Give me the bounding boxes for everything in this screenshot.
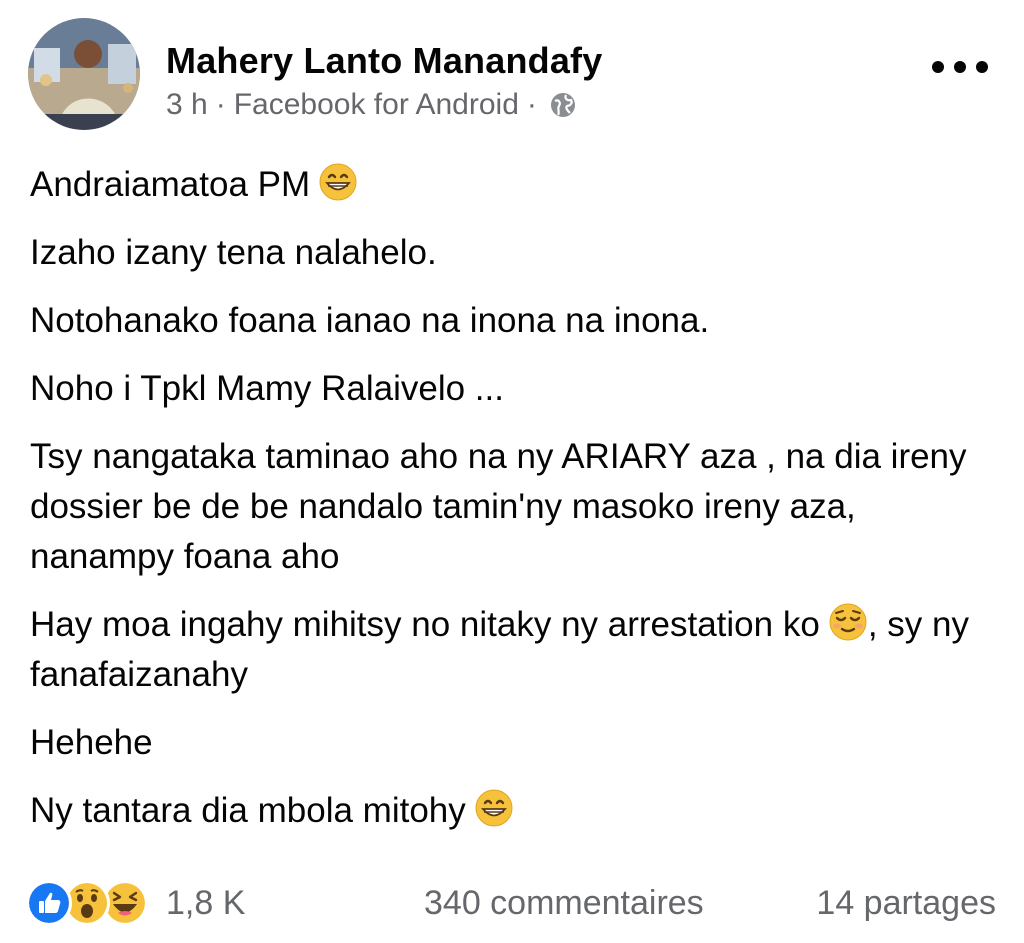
post-paragraph: Ny tantara dia mbola mitohy — [30, 786, 1000, 836]
post-paragraph: Andraiamatoa PM — [30, 160, 1000, 210]
post-text: Andraiamatoa PM Izaho izany tena nalahel… — [30, 160, 1000, 854]
post-footer: 1,8 K 340 commentaires 14 partages — [26, 872, 998, 932]
post-header: Mahery Lanto Manandafy 3 h · Facebook fo… — [28, 18, 996, 138]
author-name[interactable]: Mahery Lanto Manandafy — [166, 40, 602, 82]
comments-count-link[interactable]: 340 commentaires — [424, 878, 704, 928]
post-paragraph: Izaho izany tena nalahelo. — [30, 233, 437, 272]
like-reaction-icon — [26, 880, 72, 926]
relieved-face-emoji — [828, 602, 868, 642]
grinning-face-emoji — [474, 788, 514, 828]
reaction-count[interactable]: 1,8 K — [166, 878, 245, 928]
post-source: Facebook for Android — [233, 88, 519, 121]
meta-separator: · — [215, 88, 226, 121]
more-options-icon — [954, 61, 966, 73]
post-paragraph: Tsy nangataka taminao aho na ny ARIARY a… — [30, 437, 967, 576]
post-paragraph: Hay moa ingahy mihitsy no nitaky ny arre… — [30, 600, 1000, 700]
reactions-summary[interactable]: 1,8 K — [26, 878, 245, 928]
author-avatar[interactable] — [28, 18, 140, 130]
meta-separator: · — [526, 88, 537, 121]
avatar-photo — [28, 18, 140, 130]
post-paragraph: Notohanako foana ianao na inona na inona… — [30, 301, 710, 340]
globe-icon[interactable] — [549, 91, 577, 119]
post-meta: 3 h · Facebook for Android · — [166, 88, 577, 122]
post-time[interactable]: 3 h — [166, 88, 208, 122]
more-options-button[interactable] — [932, 54, 988, 80]
more-options-icon — [976, 61, 988, 73]
paragraph-text: Hay moa ingahy mihitsy no nitaky ny arre… — [30, 605, 820, 644]
more-options-icon — [932, 61, 944, 73]
grinning-face-emoji — [318, 162, 358, 202]
paragraph-text: Ny tantara dia mbola mitohy — [30, 791, 466, 830]
post-paragraph: Noho i Tpkl Mamy Ralaivelo ... — [30, 369, 504, 408]
shares-count-link[interactable]: 14 partages — [816, 878, 996, 928]
post-paragraph: Hehehe — [30, 723, 153, 762]
paragraph-text: Andraiamatoa PM — [30, 165, 311, 204]
